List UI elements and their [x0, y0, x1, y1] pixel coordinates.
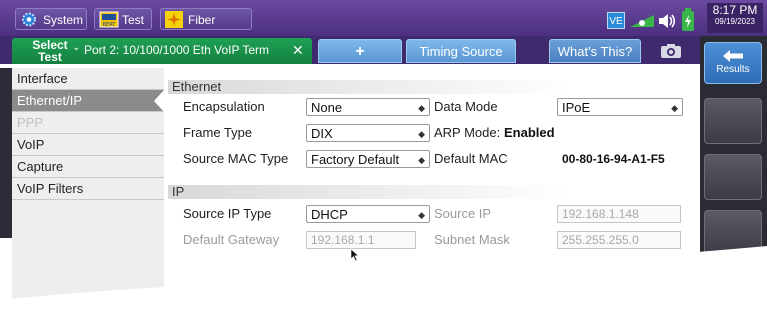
sidebar-item-voip-filters[interactable]: VoIP Filters [12, 178, 164, 200]
arp-mode-value: Enabled [504, 125, 555, 140]
chevron-updown-icon: ◆ [418, 103, 425, 113]
active-pointer [154, 90, 164, 112]
ve-badge: VE [607, 12, 625, 29]
test-icon: BERT [99, 11, 119, 28]
source-ip-type-value: DHCP [311, 207, 348, 222]
results-button[interactable]: Results [704, 42, 762, 84]
sidebar-item-ethernet-ip[interactable]: Ethernet/IP [12, 90, 164, 112]
select-test-line2: Test [38, 50, 62, 64]
sidebar-item-capture[interactable]: Capture [12, 156, 164, 178]
page-curl-overlay [0, 246, 767, 309]
chevron-updown-icon: ◆ [418, 129, 425, 139]
frame-type-value: DIX [311, 126, 333, 141]
data-mode-value: IPoE [562, 100, 591, 115]
soft-key-2[interactable] [704, 98, 762, 144]
left-edge [0, 68, 12, 238]
close-icon[interactable]: ✕ [292, 42, 304, 59]
ethernet-section-title: Ethernet [168, 80, 572, 94]
system-label: System [43, 13, 84, 27]
fiber-optics-icon [165, 11, 183, 28]
port-tab-label: Port 2: 10/100/1000 Eth VoIP Term [84, 43, 270, 57]
camera-icon [661, 44, 681, 58]
data-mode-label: Data Mode [434, 99, 498, 114]
chevron-updown-icon: ◆ [418, 155, 425, 165]
test-button[interactable]: BERT Test [94, 8, 152, 30]
select-test-button[interactable]: Select Test [22, 39, 78, 63]
whats-this-button[interactable]: What's This? [549, 39, 641, 63]
speaker-icon[interactable] [657, 12, 677, 30]
encapsulation-label: Encapsulation [183, 99, 265, 114]
system-button[interactable]: System [15, 8, 87, 30]
source-mac-type-label: Source MAC Type [183, 151, 289, 166]
sidebar-item-voip[interactable]: VoIP [12, 134, 164, 156]
fiber-optics-button[interactable]: Fiber Optics [160, 8, 252, 49]
source-ip-type-label: Source IP Type [183, 206, 272, 221]
source-ip-label: Source IP [434, 206, 492, 221]
frame-type-label: Frame Type [183, 125, 253, 140]
link-icon [630, 15, 654, 27]
clock: 8:17 PM 09/19/2023 [707, 3, 763, 33]
add-tab-button[interactable]: + [318, 39, 402, 63]
encapsulation-select[interactable]: None ◆ [306, 98, 430, 116]
camera-button[interactable] [645, 39, 695, 63]
ip-section-title: IP [168, 185, 572, 199]
back-arrow-icon [723, 50, 743, 62]
source-ip-type-select[interactable]: DHCP ◆ [306, 205, 430, 223]
soft-key-3[interactable] [704, 154, 762, 200]
default-mac-label: Default MAC [434, 151, 508, 166]
sidebar-item-ppp: PPP [12, 112, 164, 134]
top-bar: System BERT Test Fiber Optics VE [0, 0, 767, 49]
gear-icon [22, 12, 36, 27]
select-test-tab[interactable]: Select Test ⌄ Port 2: 10/100/1000 Eth Vo… [12, 38, 312, 64]
sidebar-item-interface[interactable]: Interface [12, 68, 164, 90]
clock-date: 09/19/2023 [714, 17, 756, 26]
encapsulation-value: None [311, 100, 343, 115]
bert-badge: BERT [103, 22, 117, 28]
source-mac-type-value: Factory Default [311, 152, 400, 167]
chevron-down-icon[interactable]: ⌄ [72, 42, 80, 53]
source-ip-field: 192.168.1.148 [557, 205, 681, 223]
clock-time: 8:17 PM [712, 3, 758, 17]
source-mac-type-select[interactable]: Factory Default ◆ [306, 150, 430, 168]
data-mode-select[interactable]: IPoE ◆ [557, 98, 683, 116]
default-mac-value: 00-80-16-94-A1-F5 [562, 152, 665, 166]
battery-icon [682, 8, 694, 31]
test-label: Test [122, 13, 145, 27]
chevron-updown-icon: ◆ [418, 210, 425, 220]
frame-type-select[interactable]: DIX ◆ [306, 124, 430, 142]
arp-mode-label: ARP Mode: [434, 125, 501, 140]
tab-timing-source[interactable]: Timing Source [406, 39, 516, 63]
chevron-updown-icon: ◆ [671, 103, 678, 113]
results-label: Results [716, 64, 750, 75]
